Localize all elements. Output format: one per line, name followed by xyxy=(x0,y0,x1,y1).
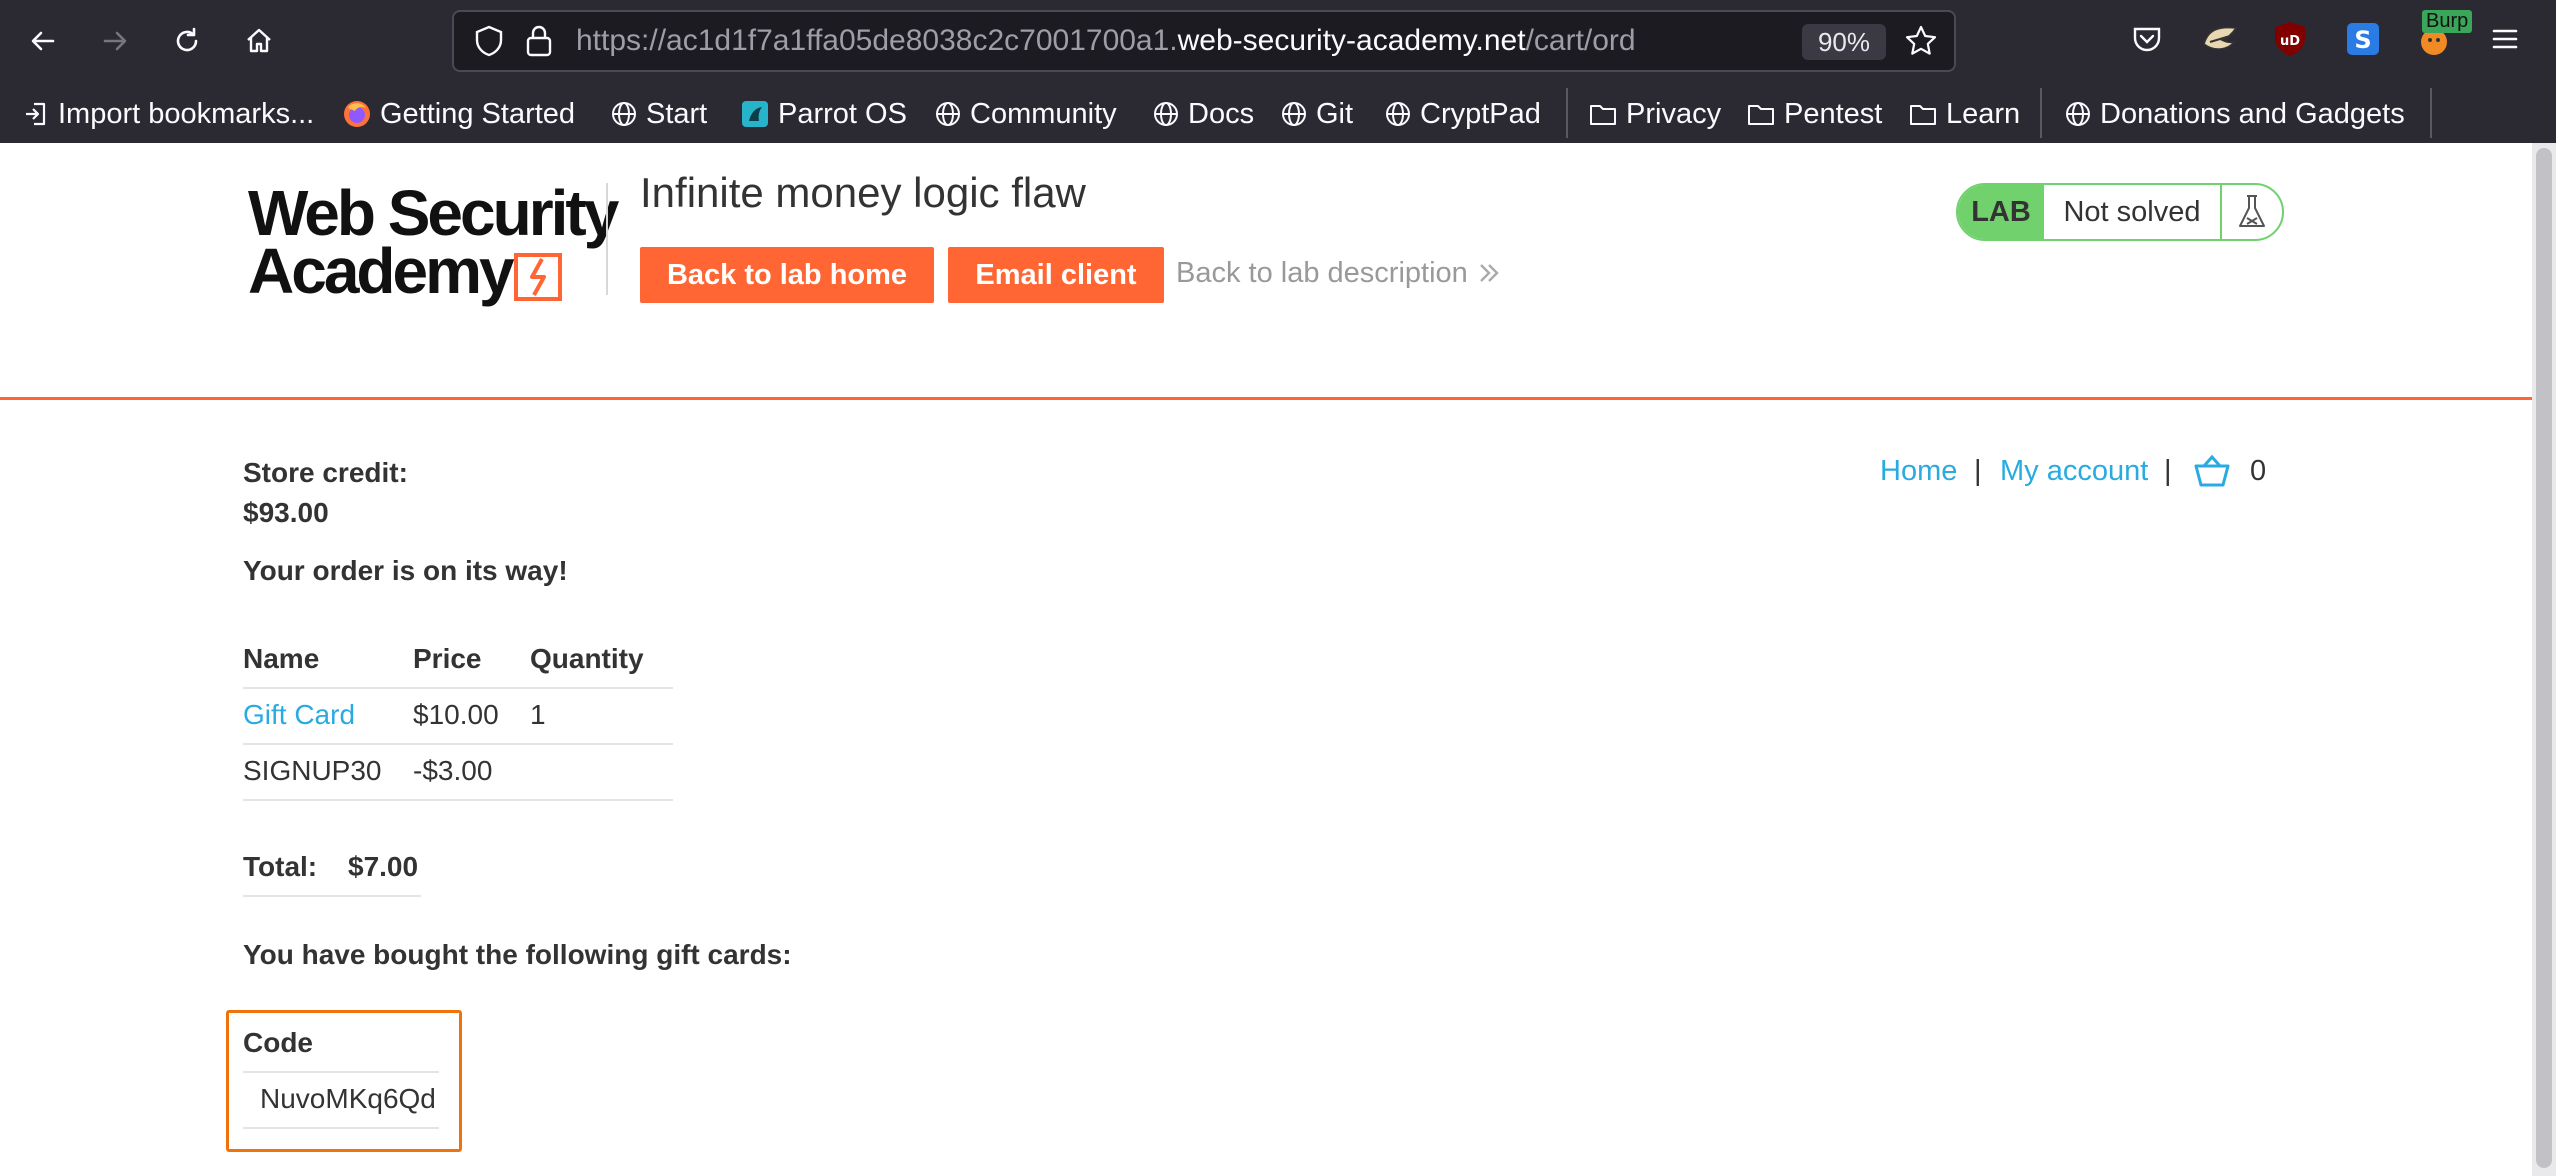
cart-basket-icon[interactable] xyxy=(2192,453,2232,494)
nav-separator: | xyxy=(2164,455,2172,487)
globe-icon xyxy=(612,102,636,126)
email-client-button[interactable]: Email client xyxy=(948,247,1164,303)
table-header-price: Price xyxy=(413,643,482,674)
forward-icon[interactable] xyxy=(92,18,138,64)
store-credit-value: $93.00 xyxy=(243,497,329,528)
bookmark-separator xyxy=(2040,88,2042,138)
gift-card-code-header: Code xyxy=(243,1027,313,1058)
gift-card-code[interactable]: NuvoMKq6Qd xyxy=(260,1083,436,1115)
bookmark-docs[interactable]: Docs xyxy=(1152,94,1254,134)
header-rule xyxy=(0,397,2532,400)
total-label: Total: xyxy=(243,851,318,882)
folder-icon xyxy=(1910,105,1936,125)
table-rule xyxy=(243,743,673,745)
burp-badge: Burp xyxy=(2422,10,2473,33)
store-credit-label: Store credit: xyxy=(243,457,408,488)
firefox-icon xyxy=(344,101,370,127)
bookmark-separator xyxy=(1566,88,1568,138)
cart-count: 0 xyxy=(2250,455,2267,487)
menu-icon[interactable] xyxy=(2488,22,2522,61)
bookmark-parrot-os[interactable]: Parrot OS xyxy=(740,94,907,134)
nav-separator: | xyxy=(1974,455,1982,487)
bookmark-star-icon[interactable] xyxy=(1904,24,1938,63)
bookmark-getting-started[interactable]: Getting Started xyxy=(342,94,575,134)
bookmark-community[interactable]: Community xyxy=(934,94,1117,134)
foxyproxy-icon[interactable] xyxy=(2200,20,2240,63)
code-table-rule xyxy=(243,1071,439,1073)
svg-text:uD: uD xyxy=(2280,34,2300,49)
lab-status-badge: LAB Not solved xyxy=(1956,183,2284,241)
scrollbar-thumb[interactable] xyxy=(2536,148,2552,1168)
back-icon[interactable] xyxy=(20,18,66,64)
header-divider xyxy=(606,183,608,295)
reload-icon[interactable] xyxy=(164,18,210,64)
total-value: $7.00 xyxy=(348,851,419,882)
s-extension-icon[interactable]: S xyxy=(2344,20,2382,63)
bookmark-folder-learn[interactable]: Learn xyxy=(1908,94,2020,134)
globe-icon xyxy=(1282,102,1306,126)
table-rule xyxy=(243,687,673,689)
total-rule xyxy=(243,895,421,897)
page-content: Web Security Academy Infinite money logi… xyxy=(0,143,2532,1176)
table-header-quantity: Quantity xyxy=(530,643,644,674)
shield-icon[interactable] xyxy=(472,24,506,63)
pocket-icon[interactable] xyxy=(2130,22,2164,61)
lock-icon[interactable] xyxy=(524,24,554,63)
coupon-name: SIGNUP30 xyxy=(243,755,382,786)
order-confirmation-message: Your order is on its way! xyxy=(243,555,568,586)
gift-card-product-link[interactable]: Gift Card xyxy=(243,699,355,731)
gift-cards-heading: You have bought the following gift cards… xyxy=(243,939,792,970)
svg-text:S: S xyxy=(2354,26,2371,54)
flask-icon xyxy=(2222,192,2282,232)
home-icon[interactable] xyxy=(236,18,282,64)
row-quantity: 1 xyxy=(530,699,546,730)
code-table-rule xyxy=(243,1127,439,1129)
row-price: -$3.00 xyxy=(413,755,493,786)
lab-title: Infinite money logic flaw xyxy=(640,169,1086,216)
lab-status: Not solved xyxy=(2044,185,2222,239)
bookmark-donations[interactable]: Donations and Gadgets xyxy=(2064,94,2405,134)
folder-icon xyxy=(1748,105,1774,125)
parrot-icon xyxy=(742,101,768,127)
bookmark-git[interactable]: Git xyxy=(1280,94,1353,134)
web-security-academy-logo[interactable]: Web Security Academy xyxy=(248,181,619,313)
bookmark-folder-pentest[interactable]: Pentest xyxy=(1746,94,1882,134)
url-text[interactable]: https://ac1d1f7a1ffa05de8038c2c7001700a1… xyxy=(576,24,1636,58)
bookmark-separator xyxy=(2430,88,2432,138)
bookmark-cryptpad[interactable]: CryptPad xyxy=(1384,94,1541,134)
globe-icon xyxy=(936,102,960,126)
url-bar[interactable]: https://ac1d1f7a1ffa05de8038c2c7001700a1… xyxy=(452,10,1956,72)
table-rule xyxy=(243,799,673,801)
import-icon xyxy=(26,102,46,126)
home-link[interactable]: Home xyxy=(1880,455,1957,488)
bookmark-start[interactable]: Start xyxy=(610,94,707,134)
bookmark-import[interactable]: Import bookmarks... xyxy=(22,94,314,134)
table-header-name: Name xyxy=(243,643,320,674)
double-chevron-right-icon xyxy=(1479,264,1499,282)
globe-icon xyxy=(1386,102,1410,126)
ublock-icon[interactable]: uD xyxy=(2272,20,2308,63)
folder-icon xyxy=(1590,105,1616,125)
row-price: $10.00 xyxy=(413,699,499,730)
lab-label: LAB xyxy=(1958,185,2044,239)
logo-lightning-icon xyxy=(514,253,562,301)
back-to-lab-home-button[interactable]: Back to lab home xyxy=(640,247,934,303)
globe-icon xyxy=(1154,102,1178,126)
globe-icon xyxy=(2066,102,2090,126)
my-account-link[interactable]: My account xyxy=(2000,455,2148,488)
bookmark-folder-privacy[interactable]: Privacy xyxy=(1588,94,1721,134)
back-to-lab-description-link[interactable]: Back to lab description xyxy=(1176,257,1502,290)
zoom-level[interactable]: 90% xyxy=(1802,24,1886,60)
